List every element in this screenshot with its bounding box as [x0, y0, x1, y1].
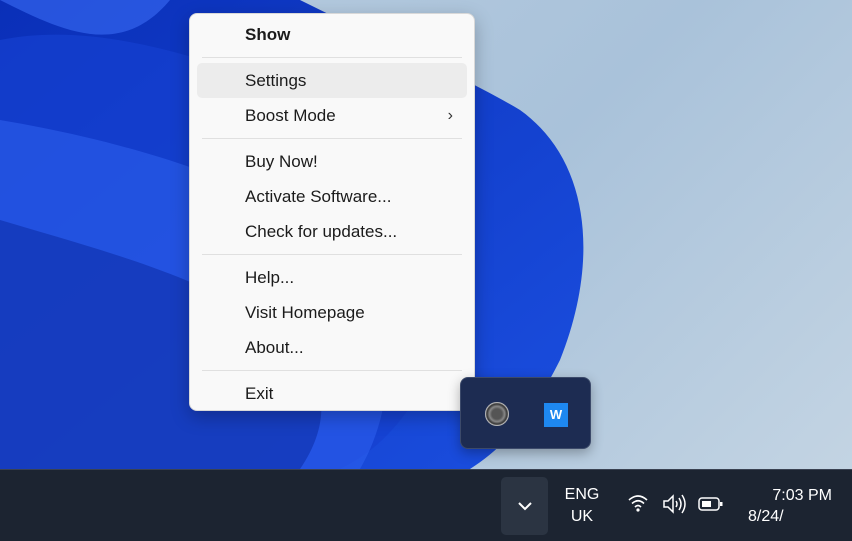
menu-separator — [202, 370, 462, 371]
menu-item-about[interactable]: About... — [197, 330, 467, 365]
show-hidden-icons-button[interactable] — [501, 477, 548, 535]
wifi-icon[interactable] — [627, 494, 649, 512]
language-region: UK — [570, 508, 594, 525]
menu-item-settings[interactable]: Settings — [197, 63, 467, 98]
menu-item-help[interactable]: Help... — [197, 260, 467, 295]
menu-item-buy-now[interactable]: Buy Now! — [197, 144, 467, 179]
menu-item-check-updates[interactable]: Check for updates... — [197, 214, 467, 249]
menu-separator — [202, 57, 462, 58]
menu-item-show[interactable]: Show — [197, 17, 467, 52]
menu-separator — [202, 254, 462, 255]
menu-item-exit[interactable]: Exit — [197, 376, 467, 411]
waves-app-icon[interactable]: W — [544, 403, 568, 427]
volume-icon[interactable] — [662, 494, 688, 514]
chevron-down-icon — [517, 502, 532, 511]
menu-item-visit-homepage[interactable]: Visit Homepage — [197, 295, 467, 330]
chevron-right-icon: › — [447, 107, 453, 124]
tray-context-menu: Show Settings Boost Mode › Buy Now! Activ… — [189, 13, 475, 411]
language-indicator[interactable]: ENG UK — [560, 484, 604, 528]
menu-separator — [202, 138, 462, 139]
menu-item-label: Boost Mode — [245, 106, 336, 125]
menu-item-boost-mode[interactable]: Boost Mode › — [197, 98, 467, 133]
language-code: ENG — [564, 486, 600, 503]
menu-item-activate-software[interactable]: Activate Software... — [197, 179, 467, 214]
tray-overflow-flyout: W — [460, 377, 591, 449]
battery-icon[interactable] — [698, 496, 724, 512]
taskbar: ENG UK 7:03 PM 8/24/ — [0, 469, 852, 541]
clock-date[interactable]: 8/24/ — [748, 508, 784, 526]
speaker-app-icon[interactable] — [485, 402, 509, 426]
clock-time[interactable]: 7:03 PM — [772, 484, 832, 508]
